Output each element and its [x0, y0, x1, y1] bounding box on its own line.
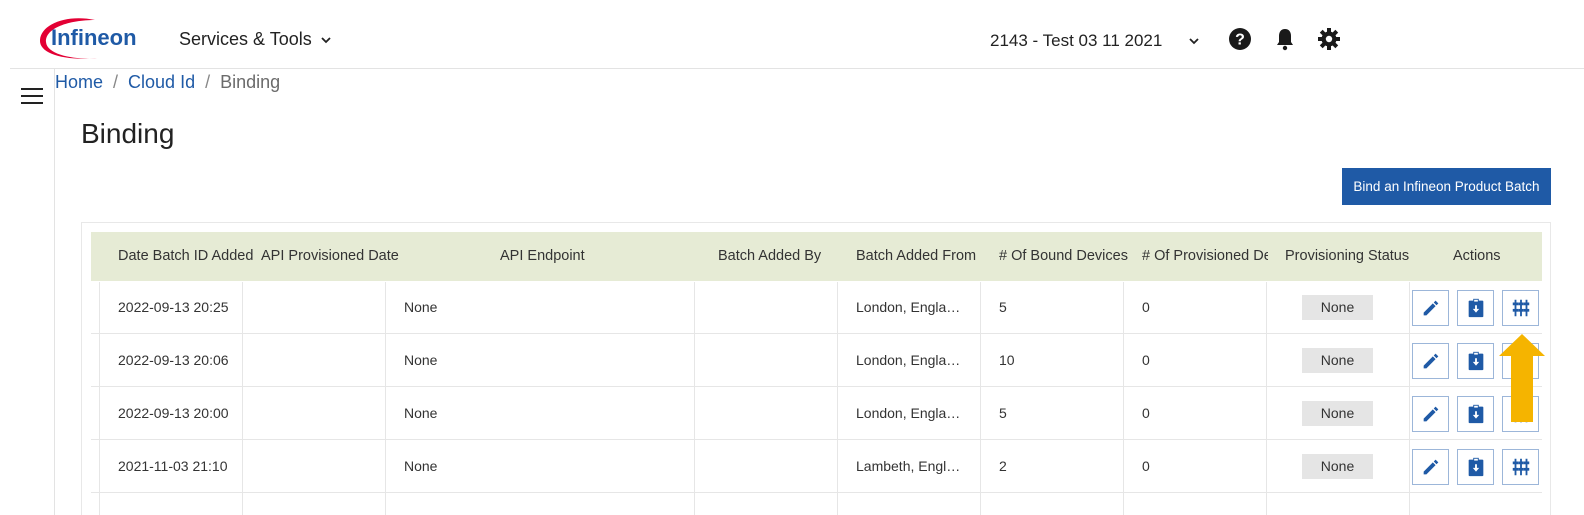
- cell-batch-added-from: Lambeth, Engl…: [856, 458, 961, 474]
- column-header-provisioning-status[interactable]: Provisioning Status: [1285, 232, 1409, 281]
- tenant-selector[interactable]: 2143 - Test 03 11 2021: [990, 31, 1200, 51]
- bell-icon[interactable]: [1273, 27, 1297, 51]
- provision-button[interactable]: [1502, 449, 1539, 485]
- table-row: 2022-09-13 20:06 None London, Engla… 10 …: [91, 334, 1542, 387]
- cell-batch-added-from: London, Engla…: [856, 352, 961, 368]
- tenant-label: 2143 - Test 03 11 2021: [990, 31, 1163, 50]
- cell-batch-added-from: London, Engla…: [856, 405, 961, 421]
- cell-api-endpoint: None: [404, 352, 438, 368]
- edit-button[interactable]: [1412, 343, 1449, 379]
- pencil-icon: [1423, 406, 1438, 422]
- column-header-date-added[interactable]: Date Batch ID Added: [118, 232, 253, 281]
- clipboard-download-icon: [1468, 298, 1483, 318]
- cell-date-added: 2022-09-13 20:00: [118, 405, 229, 421]
- cell-provisioned-devices: 0: [1142, 405, 1150, 421]
- chevron-down-icon: [321, 36, 331, 43]
- edit-button[interactable]: [1412, 290, 1449, 326]
- sliders-icon: [1512, 458, 1529, 476]
- cell-provisioned-devices: 0: [1142, 352, 1150, 368]
- pencil-icon: [1423, 459, 1438, 475]
- sliders-icon: [1512, 299, 1529, 317]
- sidebar: [0, 69, 55, 515]
- cell-bound-devices: 2: [999, 458, 1007, 474]
- column-header-batch-added-by[interactable]: Batch Added By: [718, 232, 821, 281]
- breadcrumb-separator: /: [205, 72, 211, 92]
- cell-batch-added-from: London, Engla…: [856, 299, 961, 315]
- clipboard-download-icon: [1468, 457, 1483, 477]
- provision-button[interactable]: [1502, 290, 1539, 326]
- column-header-api-endpoint[interactable]: API Endpoint: [500, 232, 585, 281]
- cell-api-endpoint: None: [404, 405, 438, 421]
- download-button[interactable]: [1457, 396, 1494, 432]
- column-header-actions: Actions: [1453, 248, 1501, 264]
- cell-date-added: 2021-11-03 21:10: [118, 458, 228, 474]
- cell-provisioned-devices: 0: [1142, 299, 1150, 315]
- help-icon[interactable]: ?: [1228, 27, 1252, 51]
- cell-api-endpoint: None: [404, 299, 438, 315]
- column-header-batch-added-from[interactable]: Batch Added From: [856, 232, 976, 281]
- services-tools-label: Services & Tools: [179, 29, 312, 49]
- breadcrumb-cloud-id[interactable]: Cloud Id: [128, 72, 195, 93]
- gear-icon[interactable]: [1317, 27, 1341, 51]
- status-badge: None: [1302, 401, 1373, 426]
- breadcrumb-current: Binding: [220, 72, 281, 92]
- breadcrumb-separator: /: [113, 72, 119, 92]
- breadcrumb-home[interactable]: Home: [55, 72, 103, 93]
- infineon-logo[interactable]: Infineon: [37, 14, 142, 62]
- menu-icon[interactable]: [21, 88, 43, 104]
- cell-date-added: 2022-09-13 20:25: [118, 299, 229, 315]
- bind-product-batch-button[interactable]: Bind an Infineon Product Batch: [1342, 168, 1551, 205]
- clipboard-download-icon: [1468, 351, 1483, 371]
- top-bar: Infineon Services & Tools 2143 - Test 03…: [10, 0, 1584, 69]
- status-badge: None: [1302, 348, 1373, 373]
- svg-text:?: ?: [1235, 32, 1245, 49]
- cell-bound-devices: 10: [999, 352, 1015, 368]
- cell-api-endpoint: None: [404, 458, 438, 474]
- cell-date-added: 2022-09-13 20:06: [118, 352, 229, 368]
- cell-bound-devices: 5: [999, 405, 1007, 421]
- svg-text:Infineon: Infineon: [51, 25, 137, 50]
- download-button[interactable]: [1457, 449, 1494, 485]
- download-button[interactable]: [1457, 290, 1494, 326]
- table-header: Date Batch ID Added API Provisioned Date…: [91, 232, 1542, 281]
- table-row: 2022-09-13 20:25 None London, Engla… 5 0…: [91, 281, 1542, 334]
- edit-button[interactable]: [1412, 449, 1449, 485]
- download-button[interactable]: [1457, 343, 1494, 379]
- cell-bound-devices: 5: [999, 299, 1007, 315]
- pencil-icon: [1423, 353, 1438, 369]
- pencil-icon: [1423, 300, 1438, 316]
- services-tools-menu[interactable]: Services & Tools: [179, 29, 332, 50]
- annotation-arrow-icon: [1499, 334, 1545, 422]
- cell-provisioned-devices: 0: [1142, 458, 1150, 474]
- status-badge: None: [1302, 454, 1373, 479]
- breadcrumb: Home / Cloud Id / Binding: [55, 72, 280, 93]
- page-title: Binding: [81, 118, 175, 149]
- clipboard-download-icon: [1468, 404, 1483, 424]
- edit-button[interactable]: [1412, 396, 1449, 432]
- table-row: 2021-11-03 21:10 None Lambeth, Engl… 2 0…: [91, 440, 1542, 493]
- column-header-provisioned-devices[interactable]: # Of Provisioned Dev: [1142, 232, 1268, 281]
- column-header-bound-devices[interactable]: # Of Bound Devices: [999, 232, 1128, 281]
- table-row: 2022-09-13 20:00 None London, Engla… 5 0…: [91, 387, 1542, 440]
- chevron-down-icon: [1189, 38, 1199, 45]
- column-header-api-provisioned-date[interactable]: API Provisioned Date: [261, 232, 399, 281]
- status-badge: None: [1302, 295, 1373, 320]
